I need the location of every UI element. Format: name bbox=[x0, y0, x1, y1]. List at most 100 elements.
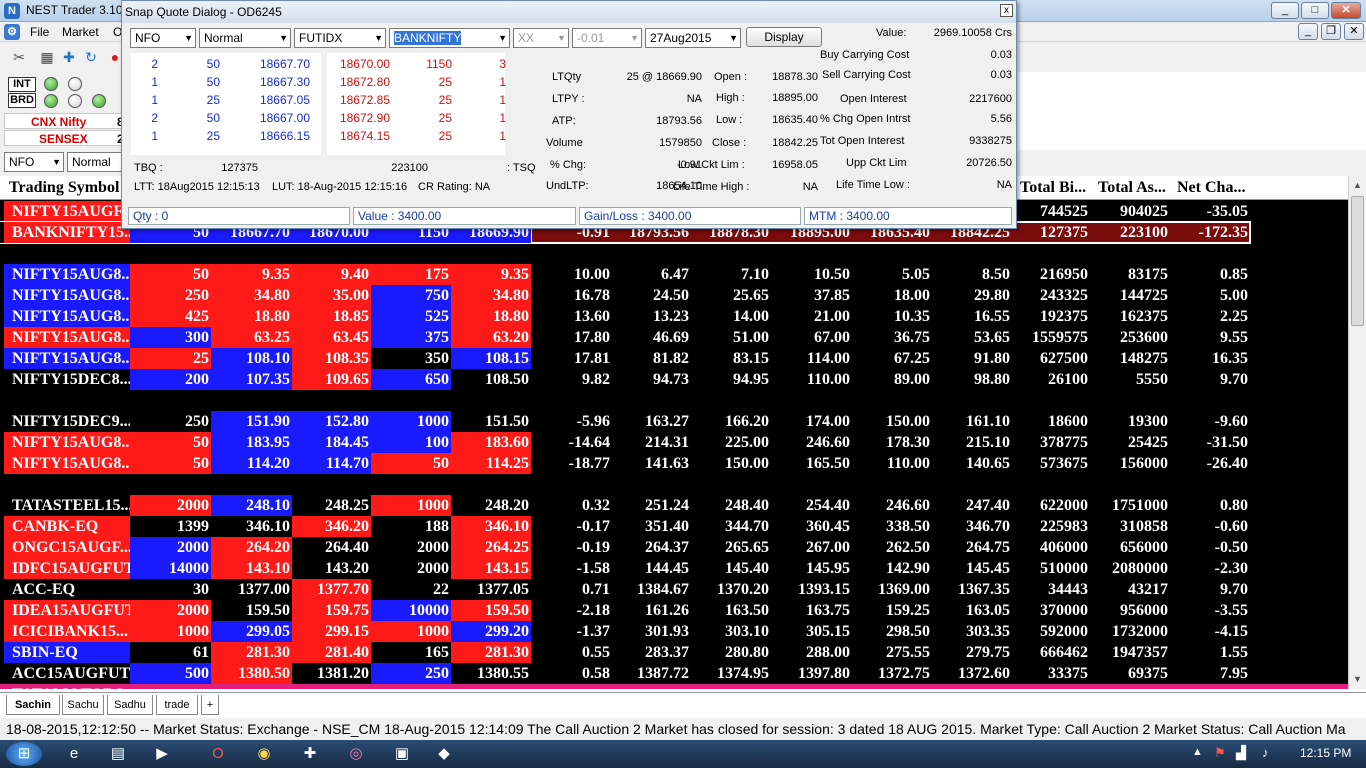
open-cell[interactable]: 25.65 bbox=[691, 285, 771, 306]
net-change-cell[interactable]: 5.00 bbox=[1170, 285, 1250, 306]
bid-price-cell[interactable]: 34.80 bbox=[211, 285, 292, 306]
low-cell[interactable] bbox=[852, 684, 932, 689]
high-cell[interactable]: 254.40 bbox=[771, 495, 852, 516]
low-cell[interactable]: 110.00 bbox=[852, 453, 932, 474]
pct-chg-cell[interactable]: -14.64 bbox=[531, 432, 612, 453]
ask-qty-cell[interactable]: 250 bbox=[371, 663, 451, 684]
net-change-cell[interactable]: 16.35 bbox=[1170, 348, 1250, 369]
total-bid-qty-cell[interactable]: 592000 bbox=[1012, 621, 1090, 642]
bid-qty-cell[interactable]: 2000 bbox=[130, 537, 211, 558]
net-change-cell[interactable]: -0.60 bbox=[1170, 516, 1250, 537]
bid-qty-cell[interactable]: 14000 bbox=[130, 558, 211, 579]
bid-price[interactable]: 18666.15 bbox=[232, 129, 310, 143]
high-cell[interactable]: 110.00 bbox=[771, 369, 852, 390]
high-cell[interactable]: 21.00 bbox=[771, 306, 852, 327]
total-ask-qty-cell[interactable]: 1947357 bbox=[1090, 642, 1170, 663]
ltp-cell[interactable]: 108.50 bbox=[451, 369, 531, 390]
ask-qty-cell[interactable]: 1000 bbox=[371, 621, 451, 642]
high-cell[interactable]: 360.45 bbox=[771, 516, 852, 537]
close-cell[interactable]: 247.40 bbox=[932, 495, 1012, 516]
atp-cell[interactable]: 283.37 bbox=[612, 642, 691, 663]
bid-price-cell[interactable]: 281.30 bbox=[211, 642, 292, 663]
ask-price-cell[interactable]: 143.20 bbox=[292, 558, 371, 579]
menu-app-icon[interactable]: ⚙ bbox=[4, 24, 20, 40]
atp-cell[interactable]: 1387.72 bbox=[612, 663, 691, 684]
ask-orders[interactable]: 1 bbox=[468, 111, 506, 125]
col-total-ask[interactable]: Total As... bbox=[1098, 179, 1166, 197]
ask-orders[interactable]: 1 bbox=[468, 93, 506, 107]
index-row[interactable]: SENSEX 2 bbox=[4, 130, 125, 146]
bid-price-cell[interactable]: 63.25 bbox=[211, 327, 292, 348]
high-cell[interactable]: 174.00 bbox=[771, 411, 852, 432]
ltp-cell[interactable]: 248.20 bbox=[451, 495, 531, 516]
maximize-button[interactable]: □ bbox=[1301, 2, 1329, 19]
bid-orders[interactable]: 2 bbox=[132, 57, 158, 71]
minimize-button[interactable]: _ bbox=[1271, 2, 1299, 19]
ask-qty-cell[interactable]: 525 bbox=[371, 306, 451, 327]
total-ask-qty-cell[interactable]: 2080000 bbox=[1090, 558, 1170, 579]
nest-icon[interactable]: ✚ bbox=[296, 742, 324, 766]
bid-price-cell[interactable]: 114.20 bbox=[211, 453, 292, 474]
atp-cell[interactable]: 46.69 bbox=[612, 327, 691, 348]
bid-qty[interactable]: 50 bbox=[172, 57, 220, 71]
symbol-cell[interactable]: NIFTY15AUG8... bbox=[4, 327, 130, 348]
atp-cell[interactable]: 94.73 bbox=[612, 369, 691, 390]
ask-price-cell[interactable]: 264.40 bbox=[292, 537, 371, 558]
bid-price-cell[interactable]: 248.10 bbox=[211, 495, 292, 516]
ask-orders[interactable]: 1 bbox=[468, 129, 506, 143]
bid-qty-cell[interactable]: 300 bbox=[130, 327, 211, 348]
ask-price-cell[interactable] bbox=[292, 684, 371, 689]
high-cell[interactable]: 163.75 bbox=[771, 600, 852, 621]
bid-price[interactable]: 18667.00 bbox=[232, 111, 310, 125]
open-cell[interactable]: 265.65 bbox=[691, 537, 771, 558]
close-cell[interactable]: 145.45 bbox=[932, 558, 1012, 579]
net-change-cell[interactable]: 0.85 bbox=[1170, 264, 1250, 285]
ltp-cell[interactable]: 159.50 bbox=[451, 600, 531, 621]
table-row[interactable]: NIFTY15AUG8... 50 9.35 9.40 175 9.35 10.00 6.47… bbox=[0, 264, 1348, 285]
low-cell[interactable]: 338.50 bbox=[852, 516, 932, 537]
total-ask-qty-cell[interactable]: 253600 bbox=[1090, 327, 1170, 348]
table-row[interactable]: ACC15AUGFUT 500 1380.50 1381.20 250 1380.55 0.… bbox=[0, 663, 1348, 684]
open-cell[interactable]: 94.95 bbox=[691, 369, 771, 390]
ask-qty-cell[interactable]: 375 bbox=[371, 327, 451, 348]
media-player-icon[interactable]: ▶ bbox=[148, 742, 176, 766]
chart-icon[interactable]: ▦ bbox=[36, 46, 58, 68]
bid-price-cell[interactable]: 18.80 bbox=[211, 306, 292, 327]
flag-icon[interactable]: ⚑ bbox=[1214, 745, 1226, 761]
pct-chg-cell[interactable]: -5.96 bbox=[531, 411, 612, 432]
high-cell[interactable]: 37.85 bbox=[771, 285, 852, 306]
net-change-cell[interactable]: 7.95 bbox=[1170, 663, 1250, 684]
ask-price[interactable]: 18672.90 bbox=[318, 111, 390, 125]
total-bid-qty-cell[interactable]: 744525 bbox=[1012, 201, 1090, 222]
close-cell[interactable]: 98.80 bbox=[932, 369, 1012, 390]
ltp-cell[interactable]: 63.20 bbox=[451, 327, 531, 348]
close-cell[interactable]: 161.10 bbox=[932, 411, 1012, 432]
scroll-up-icon[interactable]: ▲ bbox=[1353, 180, 1362, 190]
symbol-cell[interactable]: NIFTY15AUG8... bbox=[4, 285, 130, 306]
total-ask-qty-cell[interactable]: 69375 bbox=[1090, 663, 1170, 684]
symbol-cell[interactable]: IDFC15AUGFUT bbox=[4, 558, 130, 579]
dlg-instrument-select[interactable]: FUTIDX ▼ bbox=[294, 28, 386, 48]
ask-qty-cell[interactable]: 22 bbox=[371, 579, 451, 600]
bid-qty-cell[interactable]: 500 bbox=[130, 663, 211, 684]
ltp-cell[interactable] bbox=[451, 684, 531, 689]
menu-market[interactable]: Market bbox=[62, 25, 99, 39]
table-row[interactable]: NIFTY15DEC8... 200 107.35 109.65 650 108.50 9.… bbox=[0, 369, 1348, 390]
high-cell[interactable]: 246.60 bbox=[771, 432, 852, 453]
bid-price-cell[interactable]: 151.90 bbox=[211, 411, 292, 432]
start-button[interactable]: ⊞ bbox=[6, 742, 42, 766]
ask-qty-cell[interactable]: 750 bbox=[371, 285, 451, 306]
brd-tag[interactable]: BRD bbox=[8, 93, 36, 108]
ltp-cell[interactable]: 299.20 bbox=[451, 621, 531, 642]
pct-chg-cell[interactable]: 17.80 bbox=[531, 327, 612, 348]
ask-qty-cell[interactable]: 2000 bbox=[371, 537, 451, 558]
total-bid-qty-cell[interactable]: 18600 bbox=[1012, 411, 1090, 432]
net-change-cell[interactable]: 1.55 bbox=[1170, 642, 1250, 663]
high-cell[interactable]: 145.95 bbox=[771, 558, 852, 579]
total-ask-qty-cell[interactable]: 904025 bbox=[1090, 201, 1170, 222]
open-cell[interactable]: 344.70 bbox=[691, 516, 771, 537]
symbol-cell[interactable]: TATAMOTORS... bbox=[4, 684, 130, 689]
high-cell[interactable]: 1397.80 bbox=[771, 663, 852, 684]
explorer-icon[interactable]: ▤ bbox=[104, 742, 132, 766]
inner-restore-button[interactable]: ❐ bbox=[1321, 23, 1341, 40]
